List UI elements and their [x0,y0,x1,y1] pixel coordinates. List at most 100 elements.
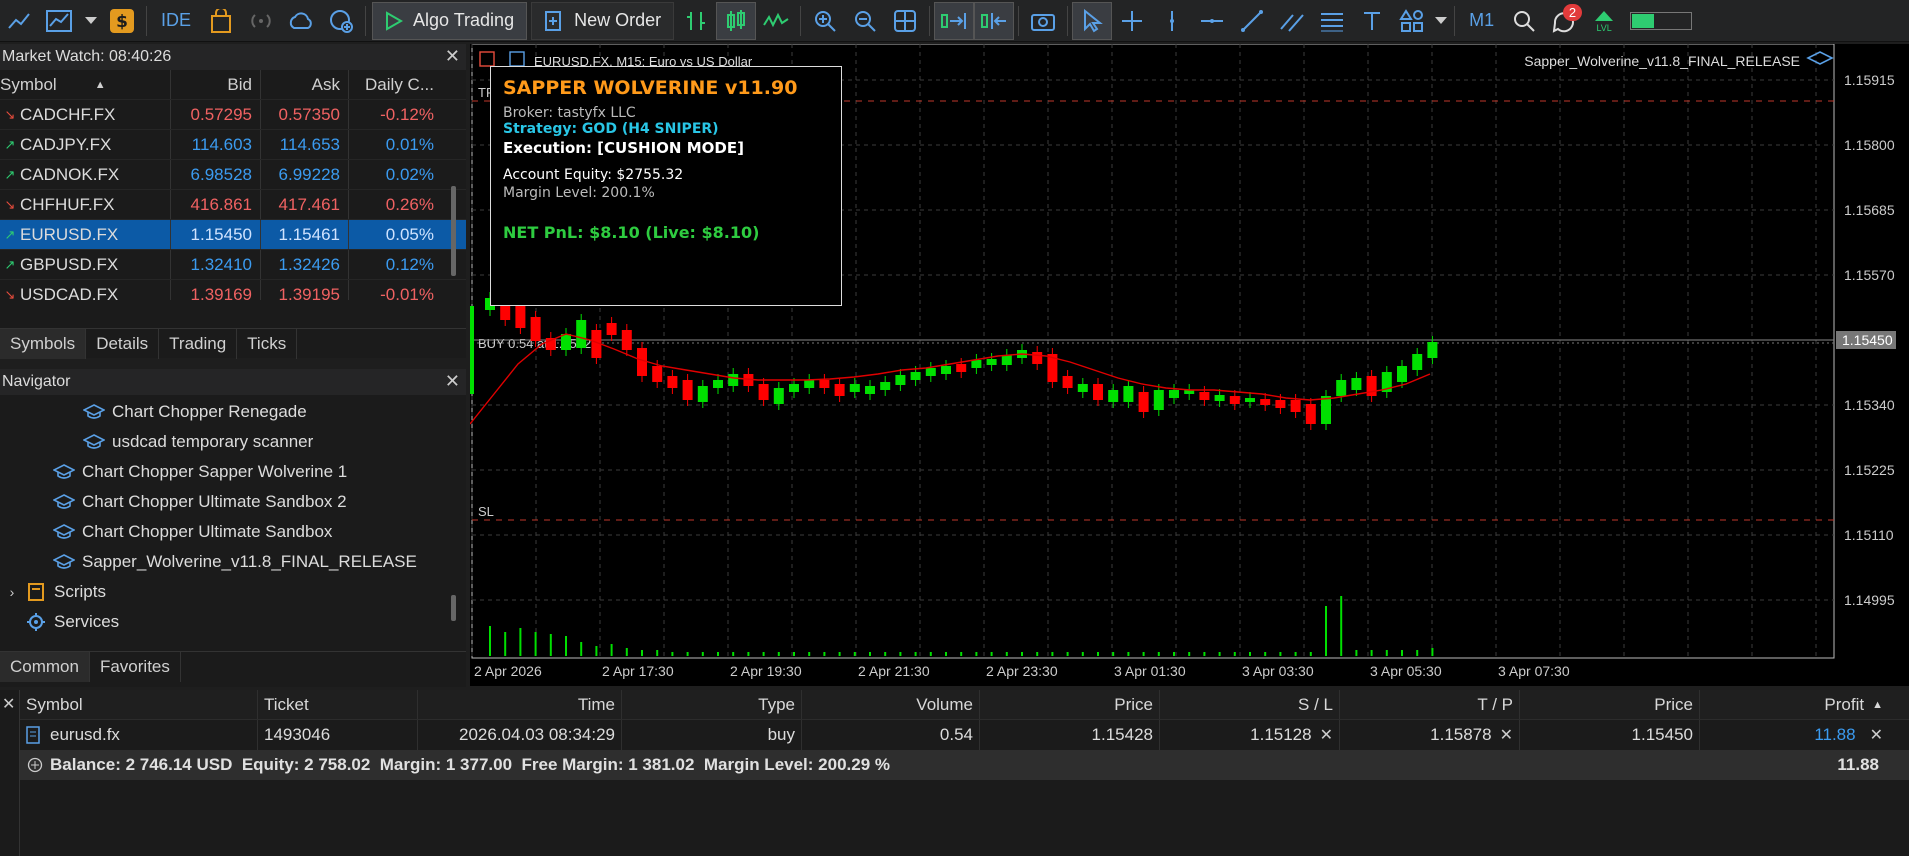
column-header-bid[interactable]: Bid [170,70,260,99]
position-sl-cell[interactable]: 1.15128 ✕ [1160,720,1340,750]
navigator-item[interactable]: Services [0,607,466,637]
zoom-out-icon[interactable] [845,2,885,40]
shopping-bag-icon[interactable] [201,2,241,40]
navigator-item-label: Chart Chopper Renegade [112,402,307,421]
tab-symbols[interactable]: Symbols [0,329,87,359]
grid-icon[interactable] [885,2,925,40]
candle-body [1260,399,1271,405]
column-header-type[interactable]: Type [622,690,802,719]
expand-arrow-icon[interactable]: › [0,584,24,600]
signal-icon[interactable] [241,2,281,40]
navigator-scrollbar[interactable] [451,595,456,621]
channel-icon[interactable] [1272,2,1312,40]
navigator-item[interactable]: Chart Chopper Renegade [0,397,466,427]
position-tp-cell[interactable]: 1.15878 ✕ [1340,720,1520,750]
cursor-icon[interactable] [1072,1,1113,40]
market-watch-row[interactable]: ↗ CADNOK.FX 6.98528 6.99228 0.02% [0,160,466,190]
text-icon[interactable] [1352,2,1392,40]
camera-icon[interactable] [1023,2,1063,40]
market-watch-row[interactable]: ↗ EURUSD.FX 1.15450 1.15461 0.05% [0,220,466,250]
close-icon[interactable]: ✕ [445,46,460,67]
close-icon[interactable]: ✕ [2,694,15,714]
shapes-icon[interactable] [1392,2,1432,40]
chart-type-icon[interactable] [40,2,80,40]
market-watch-row[interactable]: ↘ CHFHUF.FX 416.861 417.461 0.26% [0,190,466,220]
expert-advisor-icon [52,553,76,571]
column-header-open-price[interactable]: Price [980,690,1160,719]
trendline-icon[interactable] [1232,2,1272,40]
market-watch-row[interactable]: ↘ USDCAD.FX 1.39169 1.39195 -0.01% [0,280,466,300]
column-header-symbol[interactable]: Symbol [20,690,258,719]
column-header-volume[interactable]: Volume [802,690,980,719]
candle-body [1427,342,1438,358]
navigator-item[interactable]: Chart Chopper Sapper Wolverine 1 [0,457,466,487]
column-header-symbol[interactable]: Symbol ▲ [0,75,170,95]
column-header-profit[interactable]: Profit ▲ [1700,690,1889,719]
candle-body [1001,355,1012,365]
navigator-item[interactable]: › Scripts [0,577,466,607]
line-chart-icon[interactable] [0,2,40,40]
column-header-tp[interactable]: T / P [1340,690,1520,719]
ask-cell: 1.32426 [260,250,348,279]
bid-cell: 0.57295 [170,100,260,129]
candlestick-icon[interactable] [716,1,757,40]
expand-icon[interactable] [20,757,50,773]
ide-button[interactable]: IDE [151,10,201,31]
market-watch-scrollbar[interactable] [451,186,456,276]
market-watch-row[interactable]: ↘ CADCHF.FX 0.57295 0.57350 -0.12% [0,100,466,130]
bar-chart-icon[interactable] [676,2,716,40]
arrow-down-icon: ↘ [4,106,16,122]
tab-trading[interactable]: Trading [159,329,238,359]
close-icon[interactable]: ✕ [445,371,460,392]
search-icon[interactable] [1504,2,1544,40]
navigator-item[interactable]: Sapper_Wolverine_v11.8_FINAL_RELEASE [0,547,466,577]
chart-shift-icon[interactable] [974,1,1015,40]
connection-status-bar [1630,11,1693,30]
navigator-item[interactable]: Chart Chopper Ultimate Sandbox 2 [0,487,466,517]
fibonacci-icon[interactable] [1312,2,1352,40]
column-header-sl[interactable]: S / L [1160,690,1340,719]
vertical-line-icon[interactable] [1152,2,1192,40]
tab-common[interactable]: Common [0,652,90,682]
arrow-up-icon: ↗ [4,256,16,272]
crosshair-icon[interactable] [1112,2,1152,40]
candle-body [1169,390,1179,398]
algo-trading-button[interactable]: Algo Trading [372,1,528,40]
market-watch-row[interactable]: ↗ GBPUSD.FX 1.32410 1.32426 0.12% [0,250,466,280]
arrow-down-icon: ↘ [4,196,16,212]
column-header-ticket[interactable]: Ticket [258,690,418,719]
horizontal-line-icon[interactable] [1192,2,1232,40]
candle-body [637,348,647,376]
chart-icon-2 [509,51,525,67]
timeframe-button[interactable]: M1 [1459,10,1504,31]
new-order-button[interactable]: New Order [531,1,675,40]
toolbar-divider [929,5,931,36]
navigator-item[interactable]: usdcad temporary scanner [0,427,466,457]
play-icon [386,10,404,31]
column-header-price[interactable]: Price [1520,690,1700,719]
cloud-icon[interactable] [281,2,321,40]
left-volume-marker [470,306,474,394]
line-icon[interactable] [756,2,796,40]
navigator-item[interactable]: Chart Chopper Ultimate Sandbox [0,517,466,547]
vps-icon[interactable] [321,2,361,40]
close-position-icon[interactable]: ✕ [1870,725,1883,745]
tab-ticks[interactable]: Ticks [237,329,298,359]
remove-sl-icon[interactable]: ✕ [1320,725,1333,745]
price-chart[interactable]: 1.159151.158001.156851.155701.154551.153… [469,43,1909,686]
notifications-icon[interactable]: 2 [1544,2,1584,40]
column-header-ask[interactable]: Ask [260,70,348,99]
column-header-time[interactable]: Time [418,690,622,719]
level-icon[interactable]: LVL [1584,2,1624,40]
column-header-daily-change[interactable]: Daily C... [348,70,440,99]
position-row[interactable]: eurusd.fx 1493046 2026.04.03 08:34:29 bu… [20,720,1909,750]
chevron-down-icon[interactable] [1432,2,1450,40]
chevron-down-icon[interactable] [80,2,102,40]
tab-details[interactable]: Details [86,329,160,359]
zoom-in-icon[interactable] [805,2,845,40]
market-watch-row[interactable]: ↗ CADJPY.FX 114.603 114.653 0.01% [0,130,466,160]
dollar-icon[interactable]: $ [102,2,142,40]
tab-favorites[interactable]: Favorites [90,652,181,682]
remove-tp-icon[interactable]: ✕ [1500,725,1513,745]
autoscroll-icon[interactable] [934,1,975,40]
